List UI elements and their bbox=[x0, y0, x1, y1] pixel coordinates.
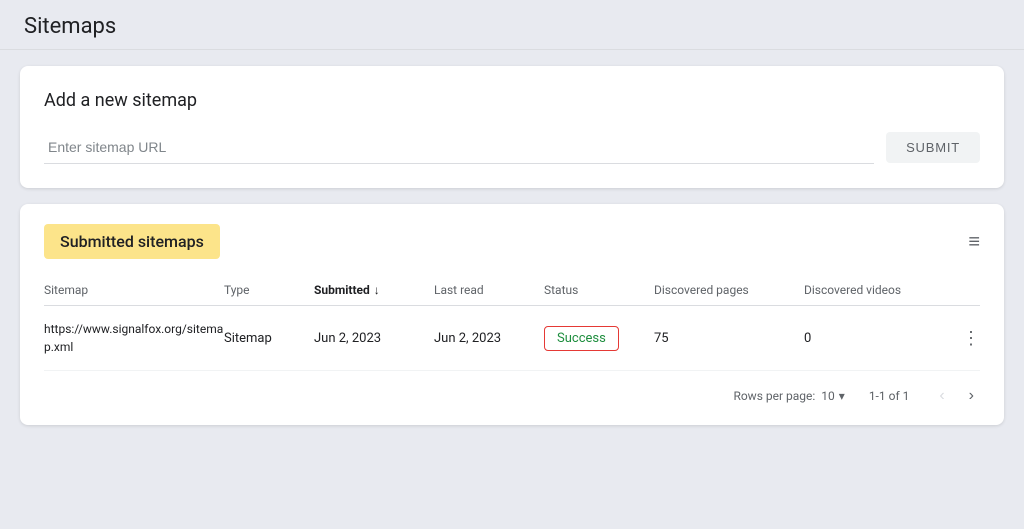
submitted-sitemaps-badge: Submitted sitemaps bbox=[44, 224, 220, 259]
col-submitted-label: Submitted bbox=[314, 283, 370, 297]
table-header-row: Sitemap Type Submitted ↓ Last read Statu… bbox=[44, 275, 980, 306]
add-sitemap-title: Add a new sitemap bbox=[44, 90, 980, 111]
prev-page-button[interactable]: ‹ bbox=[933, 383, 950, 409]
cell-submitted: Jun 2, 2023 bbox=[314, 331, 434, 346]
cell-discovered-videos: 0 bbox=[804, 331, 954, 346]
col-header-submitted[interactable]: Submitted ↓ bbox=[314, 283, 434, 297]
col-header-videos: Discovered videos bbox=[804, 283, 954, 297]
chevron-down-icon: ▾ bbox=[839, 389, 845, 403]
rows-per-page-label: Rows per page: bbox=[733, 389, 815, 403]
rows-per-page-control: Rows per page: 10 ▾ bbox=[733, 389, 844, 403]
sitemap-url-input[interactable] bbox=[44, 131, 874, 164]
col-header-type: Type bbox=[224, 283, 314, 297]
content-area: Add a new sitemap SUBMIT Submitted sitem… bbox=[0, 50, 1024, 441]
sitemaps-table: Sitemap Type Submitted ↓ Last read Statu… bbox=[44, 275, 980, 371]
rows-per-page-select[interactable]: 10 ▾ bbox=[821, 389, 845, 403]
table-footer: Rows per page: 10 ▾ 1-1 of 1 ‹ › bbox=[44, 383, 980, 409]
col-header-status: Status bbox=[544, 283, 654, 297]
col-header-sitemap: Sitemap bbox=[44, 283, 224, 297]
status-badge: Success bbox=[544, 326, 619, 351]
cell-lastread: Jun 2, 2023 bbox=[434, 331, 544, 346]
table-row: https://www.signalfox.org/sitemap.xml Si… bbox=[44, 306, 980, 371]
submit-button[interactable]: SUBMIT bbox=[886, 132, 980, 163]
cell-type: Sitemap bbox=[224, 331, 314, 346]
next-page-button[interactable]: › bbox=[963, 383, 980, 409]
submitted-sitemaps-card: Submitted sitemaps ≡ Sitemap Type Submit… bbox=[20, 204, 1004, 425]
cell-status: Success bbox=[544, 326, 654, 351]
rows-per-page-value: 10 bbox=[821, 389, 835, 403]
col-header-lastread: Last read bbox=[434, 283, 544, 297]
input-row: SUBMIT bbox=[44, 131, 980, 164]
filter-icon[interactable]: ≡ bbox=[968, 229, 980, 254]
more-actions-icon[interactable]: ⋮ bbox=[962, 328, 980, 349]
card-header-row: Submitted sitemaps ≡ bbox=[44, 224, 980, 259]
pagination-info: 1-1 of 1 bbox=[869, 389, 910, 403]
page-title: Sitemaps bbox=[24, 14, 1000, 39]
sort-down-icon: ↓ bbox=[374, 283, 380, 297]
cell-actions: ⋮ bbox=[954, 328, 980, 349]
page-header: Sitemaps bbox=[0, 0, 1024, 50]
col-header-pages: Discovered pages bbox=[654, 283, 804, 297]
cell-discovered-pages: 75 bbox=[654, 331, 804, 346]
add-sitemap-card: Add a new sitemap SUBMIT bbox=[20, 66, 1004, 188]
cell-sitemap-url: https://www.signalfox.org/sitemap.xml bbox=[44, 320, 224, 356]
